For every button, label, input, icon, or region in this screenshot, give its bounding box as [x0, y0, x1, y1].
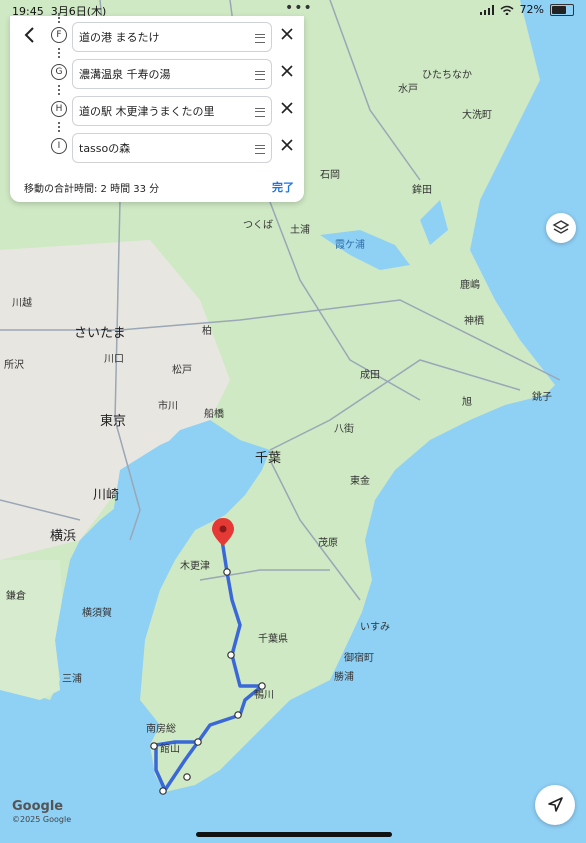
- layers-button[interactable]: [546, 213, 576, 243]
- wifi-icon: [500, 5, 514, 15]
- map-label-oarai: 大洗町: [462, 110, 492, 121]
- battery-percent: 72%: [519, 3, 544, 16]
- close-icon[interactable]: [280, 64, 294, 78]
- navigation-arrow-icon: [548, 797, 563, 812]
- route-connector-icon: [58, 48, 62, 58]
- close-icon[interactable]: [280, 138, 294, 152]
- route-stop-i: I tassoの森: [10, 122, 304, 163]
- map-label-mito: 水戸: [398, 84, 418, 95]
- map-label-kisarazu: 木更津: [180, 561, 210, 572]
- map-label-yachimata: 八街: [334, 424, 354, 435]
- map-label-hokota: 鉾田: [412, 185, 432, 196]
- map-label-minamiboso: 南房総: [146, 724, 176, 735]
- my-location-button[interactable]: [535, 785, 575, 825]
- map-label-matsudo: 松戸: [172, 365, 192, 376]
- route-stop-f: F 道の港 まるたけ: [10, 13, 304, 52]
- close-icon[interactable]: [280, 101, 294, 115]
- map-label-ichikawa: 市川: [158, 401, 178, 412]
- map-label-funabashi: 船橋: [204, 409, 224, 420]
- map-label-kamogawa: 鴨川: [254, 690, 274, 701]
- route-connector-icon: [58, 85, 62, 95]
- layers-icon: [552, 220, 570, 234]
- home-indicator[interactable]: [196, 832, 392, 837]
- map-label-tsukuba: つくば: [243, 220, 273, 231]
- route-panel: F 道の港 まるたけ G 濃溝温泉 千寿の湯 H 道の駅 木更津うまくたの里 I…: [10, 13, 304, 202]
- map-label-mobara: 茂原: [318, 538, 338, 549]
- map-label-tokyo: 東京: [100, 414, 127, 429]
- map-label-kashiwa: 柏: [202, 326, 212, 337]
- map-label-kawaguchi: 川口: [104, 354, 124, 365]
- stop-marker-i: I: [51, 138, 67, 154]
- map-label-onjuku: 御宿町: [344, 653, 374, 664]
- drag-handle-icon[interactable]: [255, 145, 265, 154]
- stop-marker-g: G: [51, 64, 67, 80]
- map-label-kamakura: 鎌倉: [6, 591, 26, 602]
- map-label-hitachinaka: ひたちなか: [422, 70, 472, 81]
- map-label-chiba: 千葉: [255, 451, 282, 466]
- route-stop-g: G 濃溝温泉 千寿の湯: [10, 48, 304, 89]
- map-label-kamisu: 神栖: [464, 316, 484, 327]
- map-label-kashima: 鹿嶋: [460, 280, 480, 291]
- map-label-togane: 東金: [350, 476, 370, 487]
- map-label-chiba-pref: 千葉県: [258, 634, 288, 645]
- total-travel-time: 移動の合計時間: 2 時間 33 分: [24, 184, 160, 195]
- map-label-choshi: 銚子: [532, 392, 552, 403]
- route-connector-icon: [58, 13, 62, 23]
- map-label-yokosuka: 横須賀: [82, 608, 112, 619]
- drag-handle-icon[interactable]: [255, 71, 265, 80]
- map-label-ishioka: 石岡: [320, 170, 340, 181]
- copyright-text: ©2025 Google: [12, 815, 72, 824]
- map-label-miura: 三浦: [62, 674, 82, 685]
- route-stop-h: H 道の駅 木更津うまくたの里: [10, 85, 304, 126]
- status-right: 72%: [479, 3, 574, 16]
- stop-field-f[interactable]: 道の港 まるたけ: [72, 22, 272, 52]
- drag-handle-icon[interactable]: [255, 108, 265, 117]
- map-label-kawasaki: 川崎: [93, 488, 120, 503]
- done-button[interactable]: 完了: [272, 179, 294, 195]
- map-label-narita: 成田: [360, 370, 380, 381]
- stop-field-h[interactable]: 道の駅 木更津うまくたの里: [72, 96, 272, 126]
- map-label-isumi: いすみ: [360, 622, 390, 633]
- route-connector-icon: [58, 122, 62, 132]
- google-logo: Google: [12, 799, 64, 814]
- stop-marker-h: H: [51, 101, 67, 117]
- stop-marker-f: F: [51, 27, 67, 43]
- map-label-tsuchiura: 土浦: [290, 225, 310, 236]
- map-label-tokorozawa: 所沢: [4, 360, 24, 371]
- signal-icon: [479, 4, 494, 15]
- stop-field-i[interactable]: tassoの森: [72, 133, 272, 163]
- map-label-saitama: さいたま: [74, 326, 126, 341]
- multitask-dots-icon[interactable]: •••: [285, 0, 313, 16]
- drag-handle-icon[interactable]: [255, 34, 265, 43]
- map-label-tateyama: 館山: [160, 744, 180, 755]
- stop-field-g[interactable]: 濃溝温泉 千寿の湯: [72, 59, 272, 89]
- map-label-asahi: 旭: [462, 397, 472, 408]
- map-label-yokohama: 横浜: [50, 529, 77, 544]
- battery-icon: [550, 3, 574, 16]
- map-label-kawagoe: 川越: [12, 298, 32, 309]
- map-label-katsuura: 勝浦: [334, 672, 354, 683]
- close-icon[interactable]: [280, 27, 294, 41]
- map-label-kasumigaura: 霞ケ浦: [335, 240, 365, 251]
